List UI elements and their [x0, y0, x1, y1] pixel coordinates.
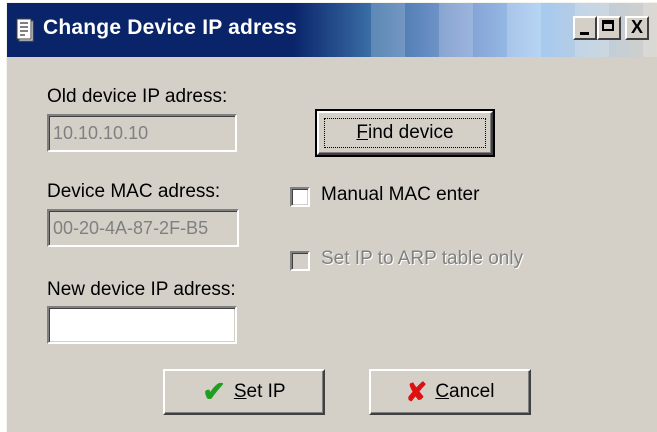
set-ip-label: Set IP	[233, 381, 286, 402]
checkmark-icon: ✔	[202, 376, 226, 407]
set-ip-button[interactable]: ✔ Set IP	[163, 369, 325, 415]
manual-mac-checkbox[interactable]	[290, 187, 310, 207]
title-bar[interactable]: Change Device IP adress X	[7, 3, 657, 57]
arp-only-checkbox[interactable]	[290, 251, 310, 271]
change-ip-dialog: Change Device IP adress X Old device IP …	[6, 2, 657, 432]
arp-only-label: Set IP to ARP table only	[321, 248, 524, 269]
old-ip-label: Old device IP adress:	[47, 86, 228, 107]
window-title: Change Device IP adress	[43, 16, 298, 39]
device-icon	[16, 18, 34, 42]
new-ip-label: New device IP adress:	[47, 279, 236, 300]
minimize-button[interactable]	[573, 16, 597, 40]
mac-label: Device MAC adress:	[47, 181, 221, 202]
find-device-button[interactable]: Find device	[315, 109, 495, 157]
minimize-icon	[580, 32, 589, 35]
cancel-label: Cancel	[435, 381, 495, 402]
manual-mac-label[interactable]: Manual MAC enter	[321, 184, 479, 206]
cancel-x-icon: ✘	[405, 377, 428, 407]
maximize-button[interactable]	[597, 16, 621, 40]
maximize-icon	[602, 20, 614, 31]
new-ip-field[interactable]	[47, 306, 237, 344]
close-icon: X	[630, 17, 643, 37]
mac-field[interactable]	[47, 209, 239, 247]
cancel-button[interactable]: ✘ Cancel	[369, 369, 531, 415]
old-ip-field[interactable]	[47, 114, 237, 152]
find-device-label: Find device	[356, 122, 454, 143]
close-button[interactable]: X	[625, 16, 649, 40]
